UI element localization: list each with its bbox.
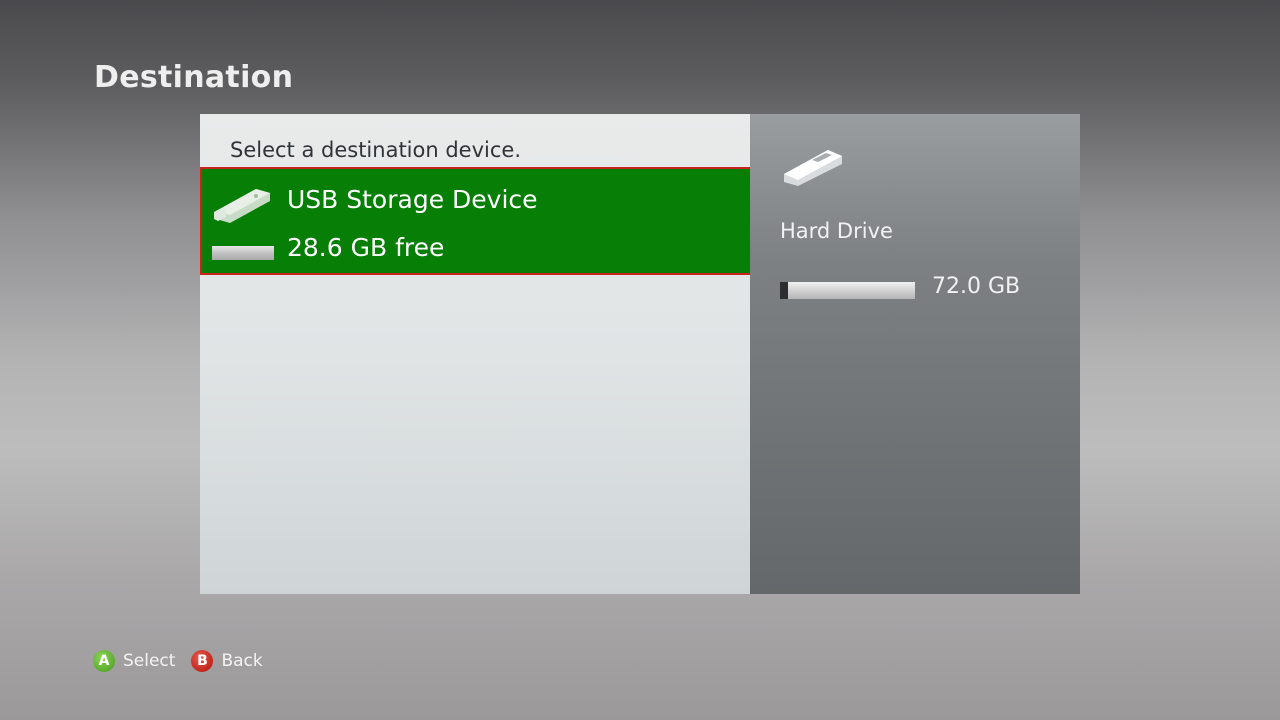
storage-usage-fill	[780, 282, 789, 299]
storage-size: 72.0 GB	[932, 274, 1021, 299]
back-hint[interactable]: B Back	[191, 650, 263, 672]
select-hint[interactable]: A Select	[93, 650, 175, 672]
select-hint-label: Select	[123, 651, 176, 671]
hard-drive-icon	[784, 150, 842, 186]
back-hint-label: Back	[221, 651, 263, 671]
device-info-panel: Hard Drive 72.0 GB	[750, 114, 1080, 594]
device-item-usb-storage[interactable]: USB Storage Device 28.6 GB free	[200, 167, 752, 275]
prompt-text: Select a destination device.	[230, 138, 521, 162]
storage-name: Hard Drive	[780, 219, 893, 243]
device-list-panel: Select a destination device. USB Storage…	[200, 114, 752, 594]
page-title: Destination	[94, 60, 294, 95]
device-capacity-bar	[212, 246, 274, 260]
usb-drive-icon	[214, 189, 270, 223]
b-button-icon: B	[191, 650, 214, 672]
button-hints: A Select B Back	[93, 649, 279, 673]
a-button-icon: A	[93, 650, 115, 672]
destination-dialog: Select a destination device. USB Storage…	[200, 114, 1080, 594]
device-free-space: 28.6 GB free	[287, 233, 445, 262]
storage-usage-bar	[780, 282, 915, 299]
device-name: USB Storage Device	[287, 185, 538, 214]
